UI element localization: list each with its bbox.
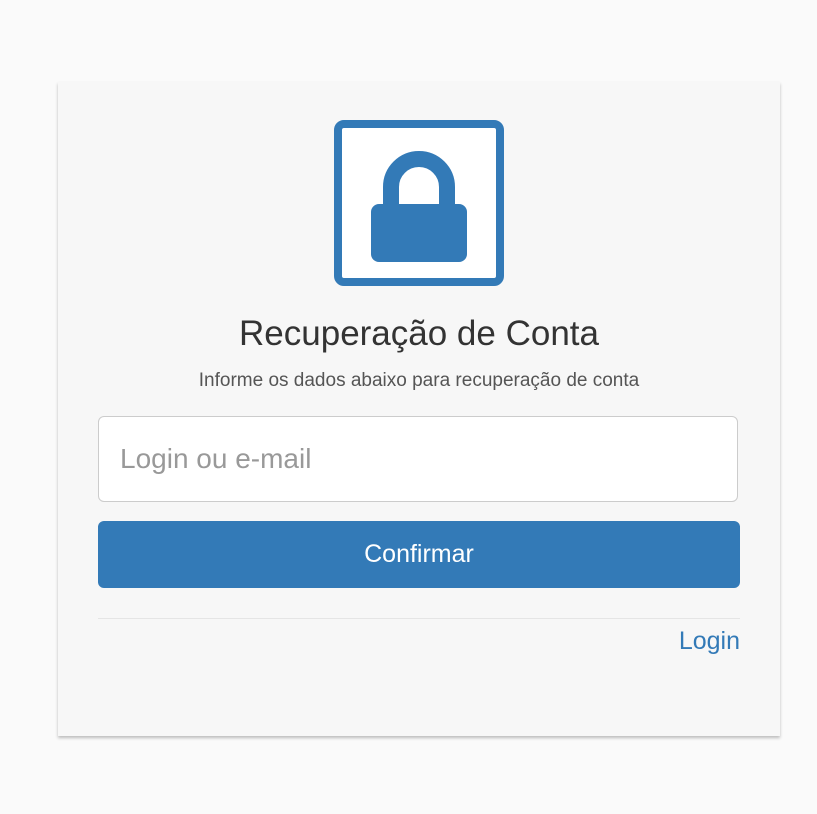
page-title: Recuperação de Conta (239, 314, 599, 353)
login-or-email-input[interactable] (98, 416, 738, 502)
divider (98, 618, 740, 619)
login-link[interactable]: Login (679, 625, 740, 657)
confirm-button[interactable]: Confirmar (98, 521, 740, 588)
page-subtitle: Informe os dados abaixo para recuperação… (198, 370, 640, 391)
recovery-card: Recuperação de Conta Informe os dados ab… (58, 82, 780, 736)
lock-icon (334, 120, 504, 286)
